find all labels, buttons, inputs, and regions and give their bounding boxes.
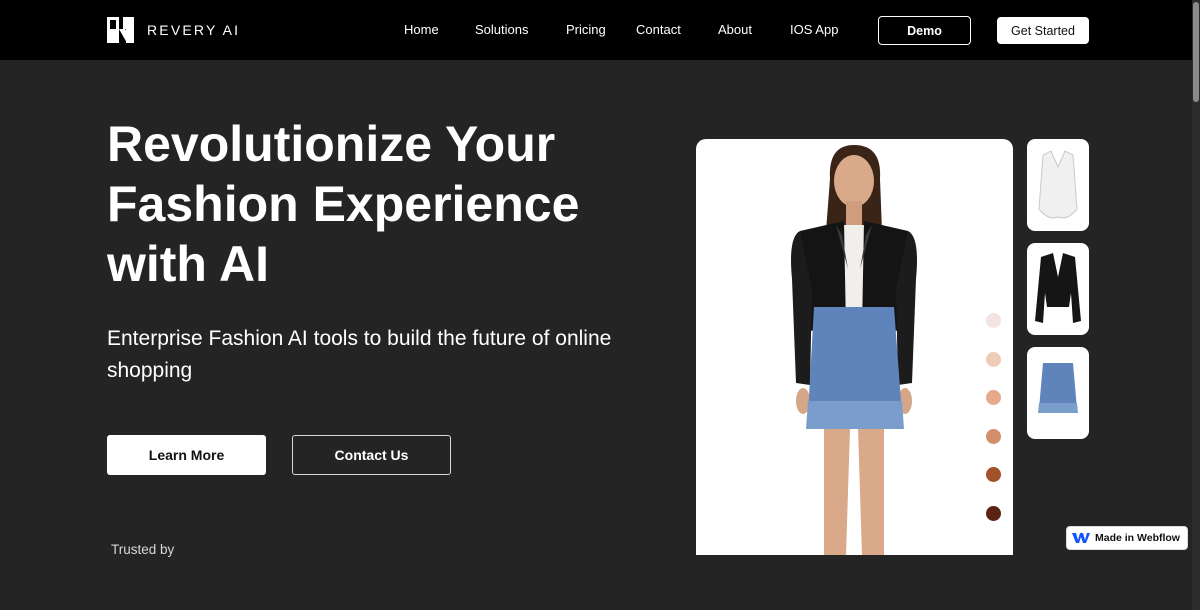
nav-link-solutions[interactable]: Solutions: [475, 22, 528, 37]
white-top-icon: [1038, 150, 1078, 219]
skin-tone-swatch[interactable]: [986, 467, 1001, 482]
get-started-button[interactable]: Get Started: [997, 17, 1089, 44]
garment-thumbnail-tweed-skirt[interactable]: [1027, 347, 1089, 439]
demo-button[interactable]: Demo: [878, 16, 971, 45]
contact-us-button[interactable]: Contact Us: [292, 435, 451, 475]
model-preview-card: [696, 139, 1013, 555]
garment-thumbnail-leather-jacket[interactable]: [1027, 243, 1089, 335]
nav-link-about[interactable]: About: [718, 22, 752, 37]
webflow-badge-label: Made in Webflow: [1095, 532, 1180, 544]
skin-tone-swatch[interactable]: [986, 390, 1001, 405]
nav-link-contact[interactable]: Contact: [636, 22, 681, 37]
hero-title: Revolutionize Your Fashion Experience wi…: [107, 116, 580, 292]
garment-thumbnail-white-top[interactable]: [1027, 139, 1089, 231]
hero-subtitle: Enterprise Fashion AI tools to build the…: [107, 327, 612, 382]
brand-logo[interactable]: REVERY AI: [107, 17, 240, 43]
top-nav: REVERY AI Home Solutions Pricing Contact…: [0, 0, 1200, 60]
nav-link-pricing[interactable]: Pricing: [566, 22, 606, 37]
made-in-webflow-badge[interactable]: Made in Webflow: [1067, 527, 1187, 549]
skin-tone-swatch[interactable]: [986, 352, 1001, 367]
skin-tone-swatch[interactable]: [986, 506, 1001, 521]
scrollbar-thumb[interactable]: [1193, 2, 1199, 102]
learn-more-button[interactable]: Learn More: [107, 435, 266, 475]
skin-tone-swatch[interactable]: [986, 313, 1001, 328]
webflow-logo-icon: [1072, 533, 1090, 543]
brand-name: REVERY AI: [147, 22, 241, 38]
page-scrollbar[interactable]: [1192, 0, 1200, 610]
leather-jacket-icon: [1035, 253, 1081, 323]
tweed-skirt-icon: [1038, 363, 1078, 413]
nav-link-ios-app[interactable]: IOS App: [790, 22, 838, 37]
trusted-by-label: Trusted by: [111, 542, 175, 557]
fashion-model-image: [791, 145, 917, 555]
nav-link-home[interactable]: Home: [404, 22, 439, 37]
revery-logo-icon: [107, 17, 134, 43]
skin-tone-swatch[interactable]: [986, 429, 1001, 444]
